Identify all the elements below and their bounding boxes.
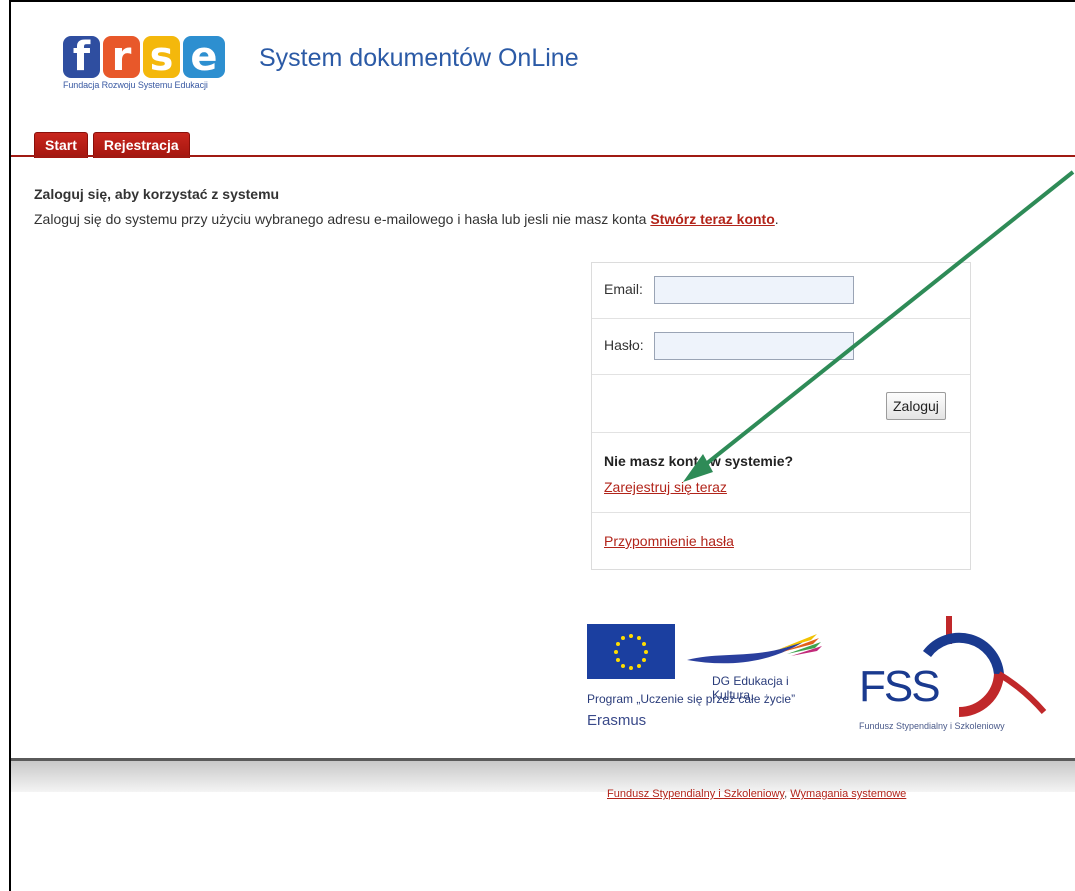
fss-logo: FSS Fundusz Stypendialny i Szkoleniowy: [849, 614, 1049, 744]
erasmus-text: Erasmus: [587, 712, 647, 729]
email-label: Email:: [604, 281, 643, 297]
eu-erasmus-logo: DG Edukacja i Kultura Program „Uczenie s…: [587, 624, 827, 744]
password-row: Hasło:: [592, 319, 970, 375]
submit-row: Zaloguj: [592, 375, 970, 433]
eu-flag-icon: [587, 624, 675, 679]
intro-text: Zaloguj się do systemu przy użyciu wybra…: [34, 211, 779, 227]
logo-letter-f: f: [63, 36, 100, 78]
logo-letter-s: s: [143, 36, 180, 78]
fss-letters: FSS: [859, 662, 941, 711]
email-row: Email:: [592, 263, 970, 319]
login-box: Email: Hasło: Zaloguj Nie masz konta w s…: [591, 262, 971, 570]
password-reminder-link[interactable]: Przypomnienie hasła: [604, 533, 734, 549]
password-label: Hasło:: [604, 337, 644, 353]
tab-underline: [11, 155, 1075, 157]
fss-subtitle: Fundusz Stypendialny i Szkoleniowy: [859, 721, 1005, 731]
page-frame: f r s e Fundacja Rozwoju Systemu Edukacj…: [9, 0, 1075, 891]
footer-bar: [11, 758, 1075, 792]
frse-logo[interactable]: f r s e Fundacja Rozwoju Systemu Edukacj…: [63, 32, 225, 90]
footer-link-fss[interactable]: Fundusz Stypendialny i Szkoleniowy: [607, 788, 784, 800]
app-title: System dokumentów OnLine: [259, 44, 579, 72]
logo-letters: f r s e: [63, 32, 225, 78]
llp-swoosh-icon: [687, 632, 827, 676]
footer-links: Fundusz Stypendialny i Szkoleniowy, Wyma…: [607, 788, 906, 800]
email-field[interactable]: [654, 276, 854, 304]
register-link[interactable]: Zarejestruj się teraz: [604, 479, 727, 495]
logo-letter-e: e: [183, 36, 225, 78]
footer-link-requirements[interactable]: Wymagania systemowe: [790, 788, 906, 800]
reminder-row: Przypomnienie hasła: [592, 513, 970, 569]
no-account-question: Nie masz konta w systemie?: [604, 453, 794, 469]
eu-program-text: Program „Uczenie się przez całe życie”: [587, 692, 796, 706]
create-account-link[interactable]: Stwórz teraz konto: [650, 211, 774, 227]
logo-subtitle: Fundacja Rozwoju Systemu Edukacji: [63, 80, 208, 90]
register-row: Nie masz konta w systemie? Zarejestruj s…: [592, 433, 970, 513]
password-field[interactable]: [654, 332, 854, 360]
logo-letter-r: r: [103, 36, 140, 78]
intro-text-after: .: [774, 211, 779, 227]
intro-heading: Zaloguj się, aby korzystać z systemu: [34, 186, 280, 202]
intro-text-before: Zaloguj się do systemu przy użyciu wybra…: [34, 211, 651, 227]
login-button[interactable]: Zaloguj: [886, 392, 946, 420]
